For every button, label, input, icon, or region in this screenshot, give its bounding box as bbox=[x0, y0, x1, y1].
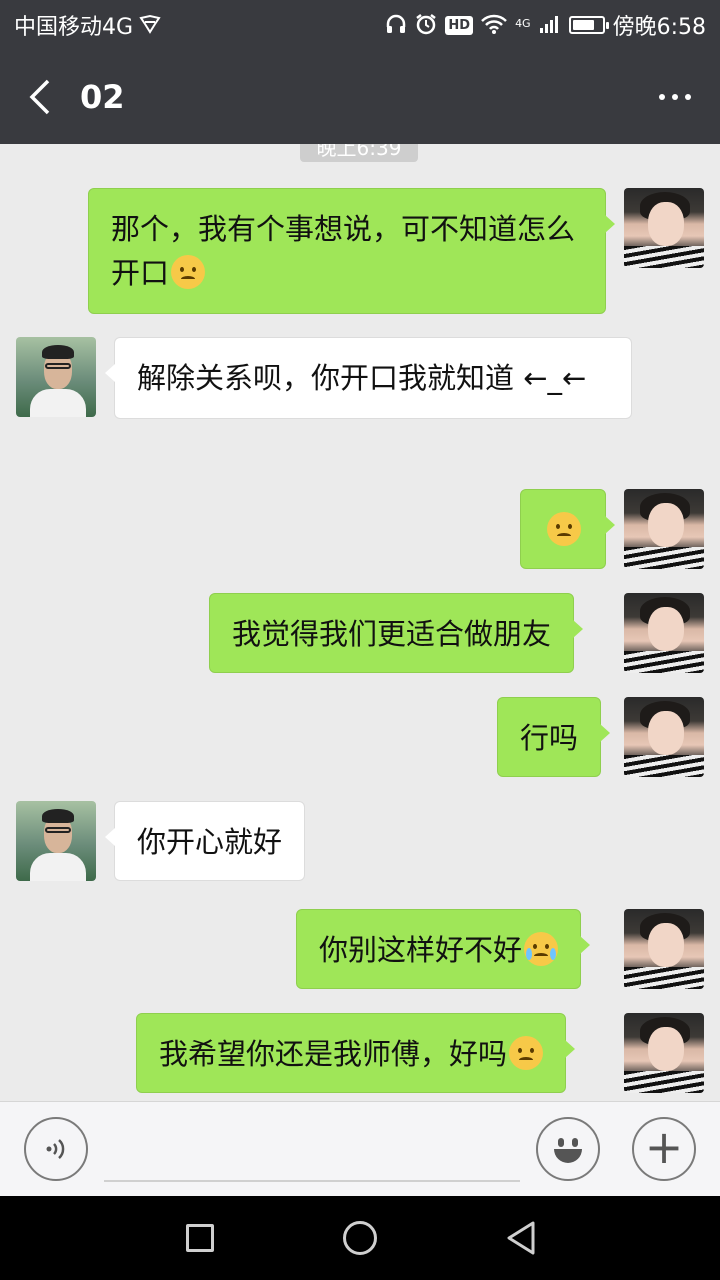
message-bubble-outgoing[interactable]: 你别这样好不好 bbox=[296, 909, 591, 989]
voice-button[interactable] bbox=[24, 1117, 88, 1181]
message-bubble-incoming[interactable]: 你开心就好 bbox=[104, 801, 306, 881]
headset-icon bbox=[385, 13, 407, 38]
message-text: 行吗 bbox=[520, 721, 579, 755]
status-left: 中国移动4G bbox=[14, 9, 161, 41]
status-right: HD 4G 傍晚6:58 bbox=[385, 9, 706, 41]
avatar-contact[interactable] bbox=[16, 801, 96, 881]
message-timestamp: 晚上6:39 bbox=[300, 144, 418, 162]
recent-apps-icon[interactable] bbox=[186, 1224, 214, 1252]
status-bar: 中国移动4G HD 4G 傍晚6:58 bbox=[0, 0, 720, 50]
cell-signal-icon bbox=[539, 14, 561, 37]
message-bubble-outgoing[interactable]: 我希望你还是我师傅，好吗 bbox=[136, 1013, 576, 1093]
message-input[interactable] bbox=[104, 1180, 520, 1182]
more-button[interactable] bbox=[630, 50, 720, 144]
message-text: 你开心就好 bbox=[137, 825, 283, 859]
message-text: 我觉得我们更适合做朋友 bbox=[232, 617, 552, 651]
carrier-signal-icon bbox=[139, 14, 161, 37]
crying-emoji-icon bbox=[524, 932, 559, 966]
plus-icon: + bbox=[644, 1120, 684, 1174]
worried-emoji-icon bbox=[509, 1036, 544, 1070]
embarrassed-emoji-icon bbox=[547, 512, 581, 546]
voice-icon bbox=[46, 1139, 65, 1159]
battery-icon bbox=[568, 16, 609, 34]
more-dots-icon bbox=[659, 94, 665, 100]
message-text: 你别这样好不好 bbox=[319, 933, 523, 967]
carrier-label: 中国移动4G bbox=[14, 15, 134, 40]
emoji-icon bbox=[548, 1129, 588, 1169]
avatar-self[interactable] bbox=[624, 1013, 704, 1093]
message-bubble-outgoing[interactable]: 我觉得我们更适合做朋友 bbox=[209, 593, 584, 673]
battery-level-fill bbox=[572, 20, 594, 30]
avatar-self[interactable] bbox=[624, 188, 704, 268]
chat-header: 02 bbox=[0, 50, 720, 144]
back-icon[interactable] bbox=[505, 1220, 537, 1260]
message-list[interactable]: 晚上6:39 那个，我有个事想说，可不知道怎么开口 解除关系呗，你开口我就知道 … bbox=[0, 144, 720, 1101]
emoji-button[interactable] bbox=[536, 1117, 600, 1181]
message-bubble-outgoing[interactable]: 那个，我有个事想说，可不知道怎么开口 bbox=[88, 188, 615, 314]
embarrassed-emoji-icon bbox=[171, 255, 206, 289]
message-bubble-outgoing[interactable] bbox=[520, 489, 615, 569]
input-bar: + bbox=[0, 1101, 720, 1196]
back-button[interactable] bbox=[0, 50, 80, 144]
avatar-self[interactable] bbox=[624, 489, 704, 569]
avatar-self[interactable] bbox=[624, 593, 704, 673]
plus-button[interactable]: + bbox=[632, 1117, 696, 1181]
message-text: 解除关系呗，你开口我就知道 ←_← bbox=[137, 361, 587, 395]
chevron-left-icon bbox=[29, 79, 50, 115]
message-text: 我希望你还是我师傅，好吗 bbox=[159, 1037, 508, 1071]
avatar-self[interactable] bbox=[624, 697, 704, 777]
message-bubble-outgoing[interactable]: 行吗 bbox=[497, 697, 611, 777]
wifi-icon bbox=[481, 14, 507, 37]
network-type-label: 4G bbox=[515, 17, 531, 30]
clock-label: 傍晚6:58 bbox=[612, 15, 706, 40]
system-nav-bar bbox=[0, 1196, 720, 1280]
message-bubble-incoming[interactable]: 解除关系呗，你开口我就知道 ←_← bbox=[105, 337, 632, 419]
chat-title: 02 bbox=[80, 78, 125, 116]
home-icon[interactable] bbox=[343, 1221, 377, 1255]
avatar-contact[interactable] bbox=[16, 337, 96, 417]
avatar-self[interactable] bbox=[624, 909, 704, 989]
alarm-icon bbox=[415, 13, 437, 38]
hd-icon: HD bbox=[445, 15, 474, 35]
